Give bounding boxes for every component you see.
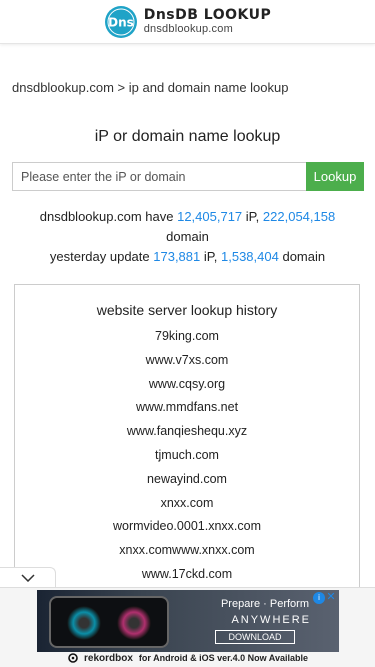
ad-subline: ANYWHERE [231,614,311,626]
ad-info-icon[interactable]: i [313,592,325,604]
stats-prefix: dnsdblookup.com have [39,209,174,224]
history-item[interactable]: wormvideo.0001.xnxx.com [15,515,359,539]
lookup-history-panel: website server lookup history 79king.com… [14,284,360,614]
breadcrumb-home-link[interactable]: dnsdblookup.com [12,80,114,95]
stats-summary: dnsdblookup.com have 12,405,717 iP, 222,… [0,207,375,267]
history-item[interactable]: tjmuch.com [15,444,359,468]
history-item[interactable]: www.fanqieshequ.xyz [15,420,359,444]
history-item[interactable]: www.v7xs.com [15,349,359,373]
breadcrumb-separator: > [117,80,126,95]
ad-banner-bar: Prepare · Perform ANYWHERE DOWNLOAD i ✕ … [0,587,375,667]
lookup-button[interactable]: Lookup [306,162,364,191]
ad-brand: rekordbox [84,652,133,664]
breadcrumb-current: ip and domain name lookup [128,80,289,95]
ad-headline: Prepare · Perform [220,598,309,610]
logo-text: DnsDB LOOKUP dnsdblookup.com [144,8,272,35]
page-title: iP or domain name lookup [94,128,281,145]
history-item[interactable]: www.17ckd.com [15,563,359,587]
site-logo[interactable]: Dns DnsDB LOOKUP dnsdblookup.com [104,5,272,39]
history-title: website server lookup history [96,302,278,318]
history-list: 79king.com www.v7xs.com www.cqsy.org www… [15,325,359,587]
ad-collapse-button[interactable] [0,567,56,587]
logo-mark-text: Dns [108,15,134,29]
history-item[interactable]: www.cqsy.org [15,373,359,397]
dj-controller-image [49,596,169,648]
stats-domain-count: 222,054,158 [262,209,336,224]
chevron-down-icon [20,573,35,582]
history-item[interactable]: www.mmdfans.net [15,396,359,420]
history-item[interactable]: xnxx.comwww.xnxx.com [15,539,359,563]
stats-yesterday-domain-label: domain [282,249,326,264]
breadcrumb: dnsdblookup.com > ip and domain name loo… [12,80,288,95]
stats-yesterday-domain-count: 1,538,404 [221,249,279,264]
stats-yesterday-ip-count: 173,881 [153,249,201,264]
stats-yesterday-ip-label: iP, [203,249,218,264]
stats-total-line: dnsdblookup.com have 12,405,717 iP, 222,… [0,207,375,227]
site-domain: dnsdblookup.com [143,23,233,35]
stats-yesterday-prefix: yesterday update [49,249,150,264]
dns-logo-icon: Dns [104,5,137,38]
search-input[interactable] [12,162,306,191]
site-header: Dns DnsDB LOOKUP dnsdblookup.com [0,0,375,44]
search-form: Lookup [12,162,364,191]
ad-tagline: for Android & iOS ver.4.0 Now Available [138,653,308,663]
ad-banner[interactable]: Prepare · Perform ANYWHERE DOWNLOAD i ✕ [37,590,339,652]
stats-ip-label: iP, [245,209,260,224]
history-item[interactable]: newayind.com [15,468,359,492]
rekordbox-logo-icon [68,653,78,663]
ad-footer: rekordbox for Android & iOS ver.4.0 Now … [37,651,339,665]
site-title: DnsDB LOOKUP [143,7,272,23]
close-icon[interactable]: ✕ [325,591,337,603]
ad-download-button[interactable]: DOWNLOAD [215,630,295,644]
stats-domain-label: domain [166,229,209,244]
stats-ip-count: 12,405,717 [177,209,243,224]
stats-yesterday-line: yesterday update 173,881 iP, 1,538,404 d… [0,247,375,267]
history-item[interactable]: 79king.com [15,325,359,349]
history-item[interactable]: xnxx.com [15,492,359,516]
